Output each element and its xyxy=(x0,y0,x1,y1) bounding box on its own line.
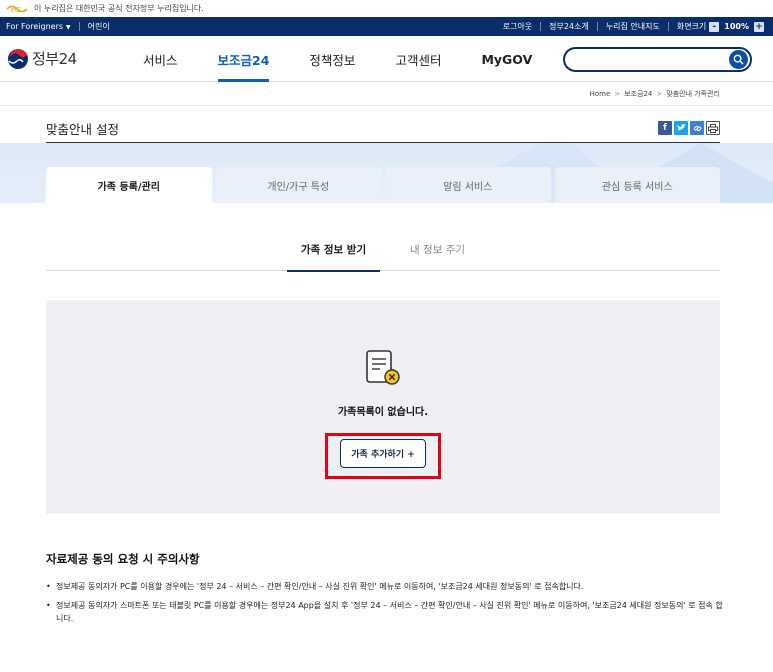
zoom-value: 100% xyxy=(724,22,749,31)
divider xyxy=(667,22,669,31)
brand-name: 정부24 xyxy=(32,50,77,68)
divider xyxy=(78,22,80,31)
list-item: 정보제공 동의자가 PC를 이용할 경우에는 '정부 24 – 서비스 – 간편… xyxy=(46,580,726,593)
utility-bar: For Foreigners ▼ 어린이 로그아웃 정부24소개 누리집 안내지도… xyxy=(0,17,773,36)
chevron-right-icon: > xyxy=(614,89,621,98)
breadcrumb-home[interactable]: Home xyxy=(590,90,611,98)
zoom-in-button[interactable]: + xyxy=(754,21,764,32)
chevron-right-icon: > xyxy=(656,89,663,98)
search-input[interactable] xyxy=(575,51,725,72)
nav-mygov[interactable]: MyGOV xyxy=(481,36,532,82)
search-box xyxy=(563,47,752,72)
tab-personal-household[interactable]: 개인/가구 특성 xyxy=(215,167,381,203)
home-logo[interactable]: 정부24 xyxy=(7,48,127,70)
site-header: 정부24 서비스 보조금24 정책정보 고객센터 MyGOV xyxy=(0,36,773,82)
notes-list: 정보제공 동의자가 PC를 이용할 경우에는 '정부 24 – 서비스 – 간편… xyxy=(46,580,726,625)
official-notice-text: 이 누리집은 대한민국 공식 전자정부 누리집입니다. xyxy=(34,4,204,13)
main-navigation: 서비스 보조금24 정책정보 고객센터 MyGOV xyxy=(143,36,572,82)
family-list-empty-state: 가족목록이 없습니다. 가족 추가하기 + xyxy=(46,300,720,514)
share-tools: f xyxy=(656,121,720,135)
empty-message: 가족목록이 없습니다. xyxy=(337,407,429,418)
tab-alert-service[interactable]: 알림 서비스 xyxy=(385,167,551,203)
official-notice-bar: eG 이 누리집은 대한민국 공식 전자정부 누리집입니다. xyxy=(0,0,773,17)
divider xyxy=(540,22,542,31)
link-copy-icon[interactable] xyxy=(690,121,704,135)
about-link[interactable]: 정부24소개 xyxy=(549,21,589,32)
facebook-icon[interactable]: f xyxy=(658,121,672,135)
consent-notes: 자료제공 동의 요청 시 주의사항 정보제공 동의자가 PC를 이용할 경우에는… xyxy=(46,551,726,631)
egov-logo-icon: eG xyxy=(6,5,28,14)
twitter-icon[interactable] xyxy=(674,121,688,135)
main-tabs: 가족 등록/관리 개인/가구 특성 알림 서비스 관심 등록 서비스 xyxy=(46,167,720,203)
page-title: 맞춤안내 설정 xyxy=(46,121,119,137)
logout-link[interactable]: 로그아웃 xyxy=(503,21,532,32)
zoom-out-button[interactable]: - xyxy=(709,21,720,32)
subtab-give-my-info[interactable]: 내 정보 주기 xyxy=(410,231,465,271)
for-foreigners-link[interactable]: For Foreigners ▼ xyxy=(6,22,71,31)
print-icon[interactable] xyxy=(706,121,720,135)
divider xyxy=(596,22,598,31)
page-title-row: 맞춤안내 설정 f xyxy=(46,114,720,144)
breadcrumb-subsidy24[interactable]: 보조금24 xyxy=(624,89,652,99)
sitemap-link[interactable]: 누리집 안내지도 xyxy=(606,21,660,32)
zoom-label: 화면크기 xyxy=(676,22,707,31)
kids-link[interactable]: 어린이 xyxy=(88,21,110,32)
tab-interest-service[interactable]: 관심 등록 서비스 xyxy=(554,167,720,203)
caret-down-icon: ▼ xyxy=(66,24,71,31)
search-icon xyxy=(733,54,744,65)
nav-services[interactable]: 서비스 xyxy=(143,36,178,82)
breadcrumb: Home > 보조금24 > 맞춤안내 가족관리 xyxy=(0,82,773,106)
nav-policy-info[interactable]: 정책정보 xyxy=(309,36,355,82)
nav-subsidy24[interactable]: 보조금24 xyxy=(217,36,269,82)
svg-text:eG: eG xyxy=(11,7,21,14)
highlight-box xyxy=(325,433,441,479)
tab-family-management[interactable]: 가족 등록/관리 xyxy=(46,167,212,203)
list-item: 정보제공 동의자가 스마트폰 또는 태블릿 PC를 이용할 경우에는 정부24 … xyxy=(46,599,726,625)
notes-heading: 자료제공 동의 요청 시 주의사항 xyxy=(46,552,200,566)
breadcrumb-current: 맞춤안내 가족관리 xyxy=(666,89,720,98)
subtab-receive-family-info[interactable]: 가족 정보 받기 xyxy=(287,231,380,272)
sub-tabs: 가족 정보 받기 내 정보 주기 xyxy=(46,231,720,272)
document-error-icon xyxy=(366,350,400,385)
search-button[interactable] xyxy=(729,50,748,69)
taegeuk-emblem-icon xyxy=(8,48,28,69)
nav-customer-center[interactable]: 고객센터 xyxy=(395,36,441,82)
